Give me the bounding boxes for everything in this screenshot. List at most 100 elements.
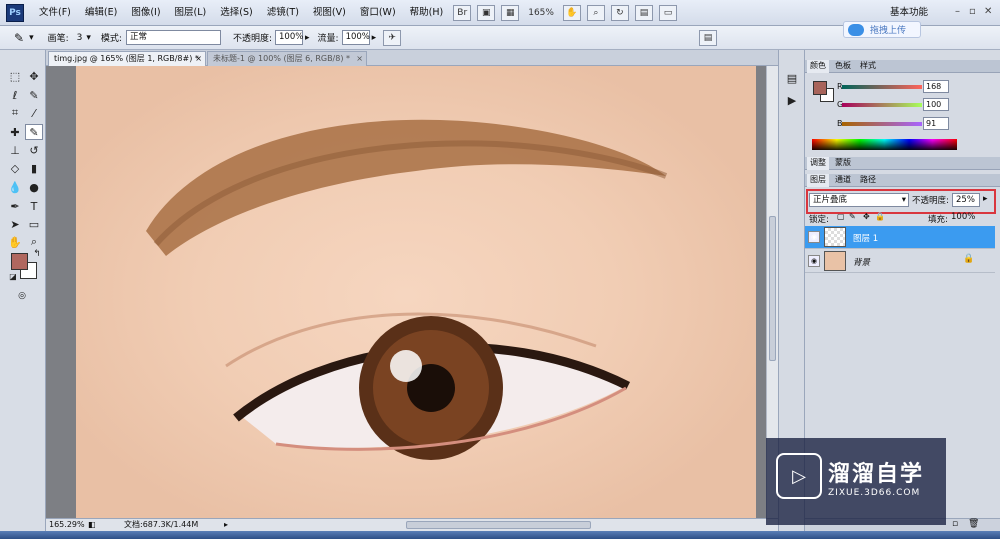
canvas-area[interactable] bbox=[46, 66, 766, 518]
opacity-slider-arrow-icon[interactable]: ▸ bbox=[305, 33, 310, 43]
tab-layers[interactable]: 图层 bbox=[807, 174, 829, 187]
tab-untitled[interactable]: 未标题-1 @ 100% (图层 6, RGB/8) * × bbox=[207, 51, 367, 66]
rotate-view-icon[interactable]: ↻ bbox=[610, 4, 629, 21]
eyedropper-tool-icon[interactable]: ⁄ bbox=[25, 105, 43, 121]
eraser-tool-icon[interactable]: ◇ bbox=[6, 160, 24, 176]
tab-channels[interactable]: 通道 bbox=[832, 174, 854, 187]
status-info-icon[interactable]: ◧ bbox=[88, 519, 96, 531]
tab-adjustments[interactable]: 调整 bbox=[807, 157, 829, 170]
crop-tool-icon[interactable]: ⌗ bbox=[6, 105, 24, 121]
menu-image[interactable]: 图像(I) bbox=[124, 0, 167, 26]
tab-paths[interactable]: 路径 bbox=[857, 174, 879, 187]
vertical-scroll-thumb[interactable] bbox=[769, 216, 776, 361]
delete-layer-icon[interactable]: 🗑 bbox=[968, 519, 979, 529]
green-value[interactable]: 100 bbox=[923, 98, 949, 111]
menu-edit[interactable]: 编辑(E) bbox=[78, 0, 124, 26]
shape-tool-icon[interactable]: ▭ bbox=[25, 216, 43, 232]
close-icon[interactable]: ✕ bbox=[984, 6, 992, 17]
quick-select-tool-icon[interactable]: ✎ bbox=[25, 87, 43, 103]
brush-tool-icon[interactable]: ✎ bbox=[25, 124, 43, 140]
pen-tool-icon[interactable]: ✒ bbox=[6, 198, 24, 214]
quick-mask-icon[interactable]: ◎ bbox=[13, 288, 31, 304]
screen-mode-icon[interactable]: ▭ bbox=[658, 4, 677, 21]
menu-select[interactable]: 选择(S) bbox=[213, 0, 259, 26]
layer-opacity-arrow-icon[interactable]: ▸ bbox=[983, 194, 988, 204]
history-panel-icon[interactable]: ▤ bbox=[783, 70, 801, 86]
restore-icon[interactable]: ▫ bbox=[969, 6, 976, 17]
airbrush-icon[interactable]: ✈ bbox=[383, 29, 402, 46]
marquee-tool-icon[interactable]: ⬚ bbox=[6, 68, 24, 84]
zoom-icon[interactable]: ⌕ bbox=[586, 4, 605, 21]
minimize-icon[interactable]: – bbox=[955, 6, 960, 17]
lock-position-icon[interactable]: ✥ bbox=[863, 212, 870, 221]
swap-colors-icon[interactable]: ↰ bbox=[28, 246, 46, 262]
lock-pixels-icon[interactable]: ▢ bbox=[837, 212, 845, 221]
color-spectrum[interactable] bbox=[812, 139, 957, 150]
lasso-tool-icon[interactable]: ℓ bbox=[6, 87, 24, 103]
layer-row-layer1[interactable]: ◉ 图层 1 bbox=[805, 226, 995, 249]
brush-tool-icon[interactable]: ✎ bbox=[14, 31, 24, 45]
opacity-input[interactable]: 100% bbox=[275, 30, 303, 45]
menu-file[interactable]: 文件(F) bbox=[32, 0, 78, 26]
new-layer-icon[interactable]: ▫ bbox=[952, 519, 958, 529]
tab-close-icon[interactable]: × bbox=[356, 52, 363, 66]
blue-value[interactable]: 91 bbox=[923, 117, 949, 130]
zoom-select[interactable]: 165% bbox=[528, 8, 554, 18]
flow-slider-arrow-icon[interactable]: ▸ bbox=[372, 33, 377, 43]
foreground-color-swatch[interactable] bbox=[11, 253, 28, 270]
menu-help[interactable]: 帮助(H) bbox=[403, 0, 451, 26]
tab-timg[interactable]: timg.jpg @ 165% (图层 1, RGB/8#) * × bbox=[48, 51, 206, 66]
layers-panel-tabs: 图层 通道 路径 bbox=[805, 174, 1000, 187]
menu-view[interactable]: 视图(V) bbox=[306, 0, 353, 26]
fill-value[interactable]: 100% bbox=[951, 212, 975, 222]
upload-button[interactable]: 拖拽上传 bbox=[843, 21, 921, 38]
tab-swatches[interactable]: 色板 bbox=[832, 60, 854, 73]
brush-picker-arrow-icon[interactable]: ▾ bbox=[86, 33, 91, 43]
mode-select[interactable]: 正常 bbox=[125, 30, 221, 45]
healing-brush-icon[interactable]: ✚ bbox=[6, 124, 24, 140]
blur-tool-icon[interactable]: 💧 bbox=[6, 179, 24, 195]
dodge-tool-icon[interactable]: ● bbox=[25, 179, 43, 195]
photoshop-logo: Ps bbox=[6, 3, 24, 22]
extras-icon[interactable]: ▦ bbox=[501, 4, 520, 21]
visibility-eye-icon[interactable]: ◉ bbox=[808, 231, 820, 243]
layer-opacity-input[interactable]: 25% bbox=[952, 193, 980, 207]
visibility-eye-icon[interactable]: ◉ bbox=[808, 255, 820, 267]
arrange-documents-icon[interactable]: ▤ bbox=[634, 4, 653, 21]
zoom-readout[interactable]: 165.29% bbox=[49, 519, 85, 531]
tool-preset-arrow-icon[interactable]: ▾ bbox=[29, 33, 34, 43]
type-tool-icon[interactable]: T bbox=[25, 198, 43, 214]
brush-panel-icon[interactable]: ▤ bbox=[699, 30, 717, 46]
cloud-icon bbox=[848, 23, 864, 36]
actions-panel-icon[interactable]: ▶ bbox=[783, 92, 801, 108]
move-tool-icon[interactable]: ✥ bbox=[25, 68, 43, 84]
lock-paint-icon[interactable]: ✎ bbox=[849, 212, 856, 221]
horizontal-scroll-thumb[interactable] bbox=[406, 521, 591, 529]
history-brush-icon[interactable]: ↺ bbox=[25, 142, 43, 158]
mini-bridge-icon[interactable]: ▣ bbox=[477, 4, 496, 21]
menu-filter[interactable]: 滤镜(T) bbox=[260, 0, 306, 26]
brush-size[interactable]: 3 bbox=[77, 33, 83, 43]
lock-all-icon[interactable]: 🔒 bbox=[875, 212, 885, 221]
tab-close-icon[interactable]: × bbox=[195, 52, 202, 66]
flow-input[interactable]: 100% bbox=[341, 30, 370, 45]
green-slider[interactable] bbox=[842, 103, 922, 107]
status-menu-arrow-icon[interactable]: ▸ bbox=[224, 519, 228, 531]
color-panel-fg-swatch[interactable] bbox=[813, 81, 827, 95]
blue-slider[interactable] bbox=[842, 122, 922, 126]
blend-mode-select[interactable]: 正片叠底 ▾ bbox=[809, 193, 909, 207]
bridge-icon[interactable]: Br bbox=[453, 4, 472, 21]
gradient-tool-icon[interactable]: ▮ bbox=[25, 160, 43, 176]
layer-row-background[interactable]: ◉ 背景 🔒 bbox=[805, 250, 995, 273]
hand-icon[interactable]: ✋ bbox=[562, 4, 581, 21]
tab-masks[interactable]: 蒙版 bbox=[832, 157, 854, 170]
clone-stamp-icon[interactable]: ⊥ bbox=[6, 142, 24, 158]
path-select-icon[interactable]: ➤ bbox=[6, 216, 24, 232]
red-value[interactable]: 168 bbox=[923, 80, 949, 93]
menu-window[interactable]: 窗口(W) bbox=[353, 0, 403, 26]
tab-styles[interactable]: 样式 bbox=[857, 60, 879, 73]
menu-layer[interactable]: 图层(L) bbox=[168, 0, 214, 26]
red-slider[interactable] bbox=[842, 85, 922, 89]
tab-color[interactable]: 颜色 bbox=[807, 60, 829, 73]
hand-tool-icon[interactable]: ✋ bbox=[6, 234, 24, 250]
